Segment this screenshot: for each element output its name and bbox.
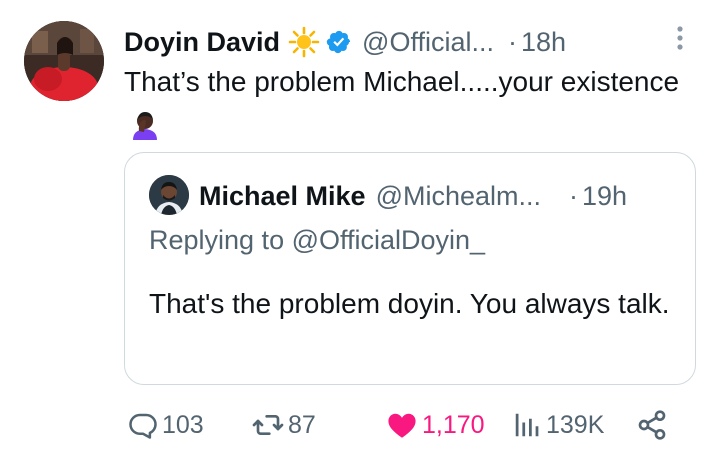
quoted-author-handle[interactable]: @Michealm... — [376, 181, 541, 212]
quoted-separator-dot: · — [569, 180, 579, 211]
share-icon — [638, 410, 666, 440]
tweet-timestamp[interactable]: 18h — [521, 27, 566, 58]
tweet-text: That’s the problem Michael.....your exis… — [124, 60, 684, 148]
author-avatar-image — [24, 21, 104, 101]
retweet-button[interactable]: 87 — [252, 402, 316, 448]
views-count: 139K — [546, 410, 605, 439]
quoted-author-display-name[interactable]: Michael Mike — [199, 181, 366, 212]
tweet-header: Doyin David @Official... · 18h — [124, 22, 566, 62]
author-avatar[interactable] — [24, 21, 104, 101]
views-button[interactable]: 139K — [512, 402, 604, 448]
heart-icon — [388, 413, 416, 438]
author-handle[interactable]: @Official... — [362, 27, 494, 58]
tweet-text-content: That’s the problem Michael.....your exis… — [124, 66, 680, 97]
separator-dot: · — [507, 26, 517, 57]
quoted-author-avatar[interactable] — [149, 175, 189, 215]
verified-badge-icon[interactable] — [326, 29, 352, 55]
more-vertical-icon[interactable] — [672, 24, 688, 54]
quoted-tweet-header: Michael Mike @Michealm... · 19h — [199, 175, 627, 217]
reply-icon — [129, 413, 157, 439]
retweet-icon — [252, 415, 284, 435]
author-display-name[interactable]: Doyin David — [124, 27, 280, 58]
retweet-count: 87 — [288, 410, 316, 439]
quoted-author-avatar-image — [149, 175, 189, 215]
like-count: 1,170 — [422, 410, 485, 439]
share-button[interactable] — [636, 402, 668, 448]
woman-facepalming-icon — [130, 109, 160, 140]
tweet[interactable]: Doyin David @Official... · 18h That’s th… — [0, 0, 718, 466]
quoted-tweet-timestamp[interactable]: 19h — [582, 181, 627, 212]
quoted-tweet-card[interactable]: Michael Mike @Michealm... · 19h Replying… — [124, 152, 696, 385]
reply-button[interactable]: 103 — [128, 402, 204, 448]
views-chart-icon — [515, 413, 539, 437]
like-button[interactable]: 1,170 — [386, 402, 485, 448]
sun-icon — [288, 26, 320, 58]
tweet-action-bar: 103 87 1,170 139K — [0, 402, 718, 448]
quoted-tweet-text: That's the problem doyin. You always tal… — [149, 288, 670, 319]
reply-count: 103 — [162, 410, 204, 439]
replying-to-label: Replying to @OfficialDoyin_ — [149, 225, 486, 255]
